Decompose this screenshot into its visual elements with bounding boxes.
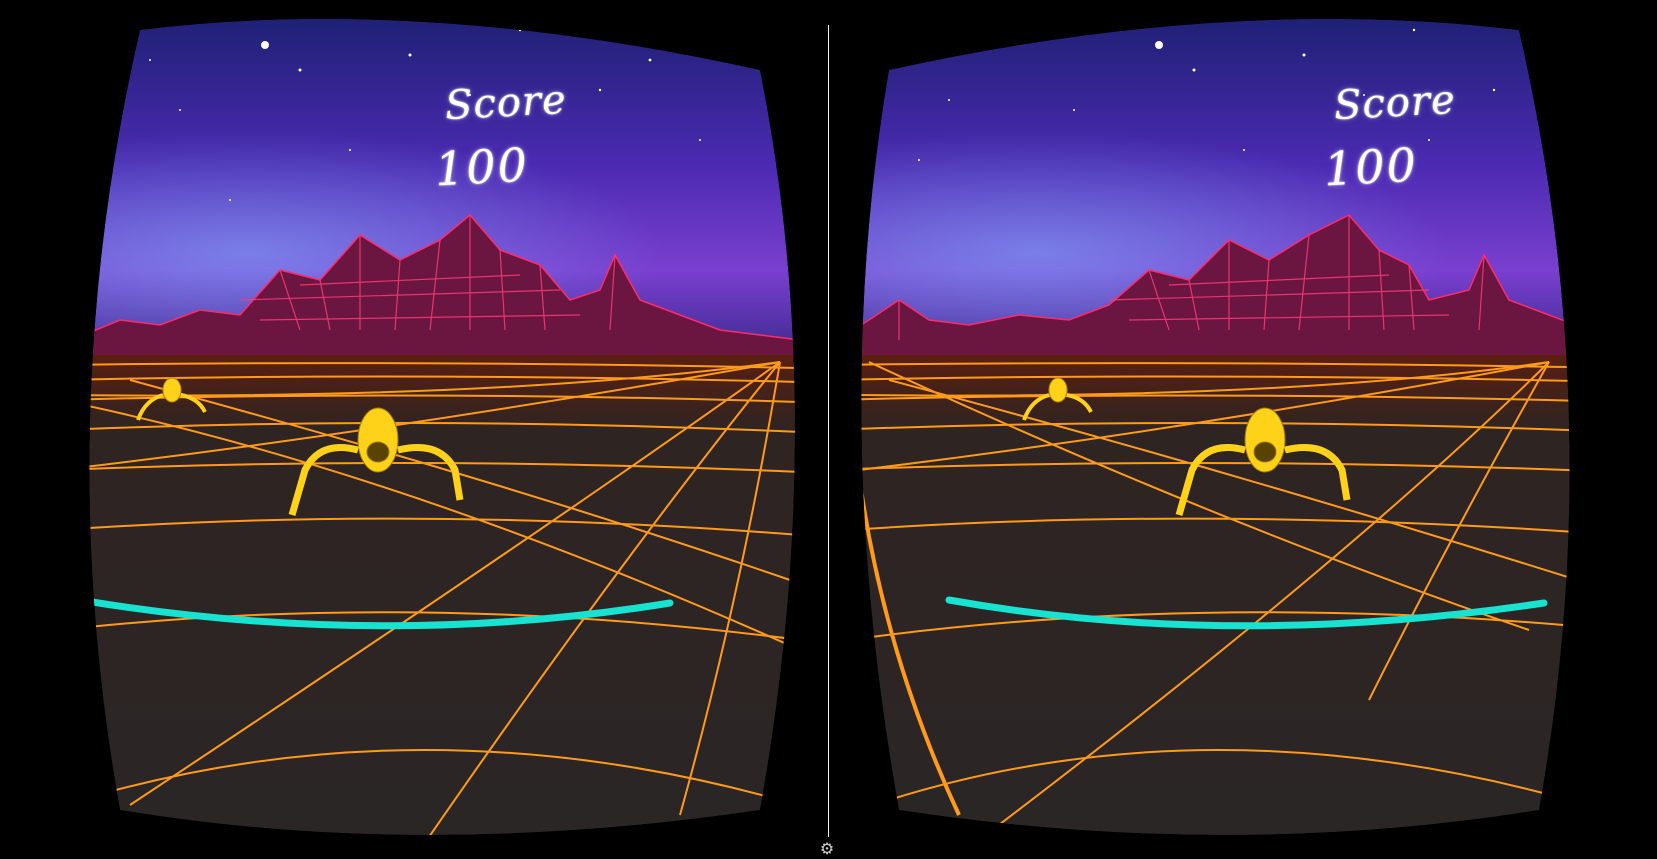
- right-eye-view: Score 100: [829, 0, 1657, 859]
- right-eye-scene: [829, 0, 1657, 859]
- left-eye-view: Score 100: [0, 0, 828, 859]
- vr-stereo-view: Score 100 Score 100 ⚙: [0, 0, 1657, 859]
- gear-icon[interactable]: ⚙: [818, 840, 836, 858]
- score-label: Score: [443, 76, 568, 130]
- score-value: 100: [1322, 137, 1420, 197]
- score-label: Score: [1332, 76, 1457, 130]
- score-value: 100: [433, 137, 531, 197]
- left-eye-scene: [0, 0, 828, 859]
